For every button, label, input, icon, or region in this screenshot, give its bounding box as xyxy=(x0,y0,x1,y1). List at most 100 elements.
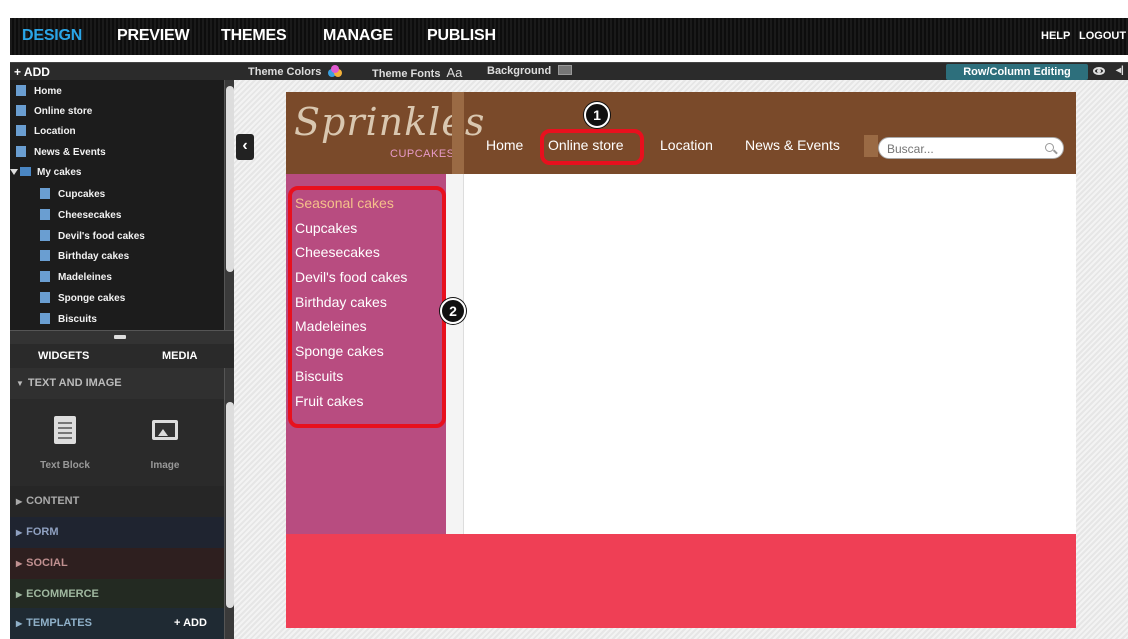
tree-item-home[interactable]: Home xyxy=(16,82,62,102)
tree-item-label: Location xyxy=(34,126,76,137)
section-ecommerce[interactable]: ▶ ECOMMERCE xyxy=(10,579,224,610)
site-nav-news-events[interactable]: News & Events xyxy=(745,137,840,153)
top-bar: DESIGN PREVIEW THEMES MANAGE PUBLISH HEL… xyxy=(0,0,1128,63)
scrollbar-thumb[interactable] xyxy=(226,86,234,272)
tree-item-cheesecakes[interactable]: Cheesecakes xyxy=(40,206,121,226)
header-divider xyxy=(452,92,464,174)
content-area[interactable] xyxy=(464,174,1076,534)
page-icon xyxy=(40,313,50,324)
callout-box-2 xyxy=(288,186,446,428)
tab-widgets[interactable]: WIDGETS xyxy=(38,350,89,362)
triangle-right-icon: ▶ xyxy=(16,590,23,599)
section-templates[interactable]: ▶ TEMPLATES + ADD xyxy=(10,608,224,639)
page-icon xyxy=(16,85,26,96)
triangle-down-icon: ▼ xyxy=(16,379,24,388)
text-block-widget[interactable]: Text Block xyxy=(20,416,110,471)
page-tree-scrollbar[interactable] xyxy=(224,80,234,330)
site-nav-home[interactable]: Home xyxy=(486,137,523,153)
nav-separator xyxy=(864,135,878,157)
section-form[interactable]: ▶ FORM xyxy=(10,517,224,548)
theme-colors-button[interactable]: Theme Colors xyxy=(248,65,343,78)
add-page-button[interactable]: + ADD xyxy=(14,65,50,79)
panel-splitter[interactable] xyxy=(10,330,234,344)
tree-item-devils-food-cakes[interactable]: Devil's food cakes xyxy=(40,227,145,247)
triangle-right-icon: ▶ xyxy=(16,619,23,628)
page-icon xyxy=(40,271,50,282)
nav-preview[interactable]: PREVIEW xyxy=(117,27,190,45)
section-label: TEMPLATES xyxy=(26,617,92,629)
main-nav: DESIGN PREVIEW THEMES MANAGE PUBLISH HEL… xyxy=(10,18,1128,55)
tree-item-label: My cakes xyxy=(37,167,82,178)
section-label: FORM xyxy=(26,526,59,538)
tab-media[interactable]: MEDIA xyxy=(162,350,197,362)
tree-item-location[interactable]: Location xyxy=(16,122,76,142)
theme-fonts-label: Theme Fonts xyxy=(372,68,441,80)
widgets-scrollbar[interactable] xyxy=(224,368,234,639)
color-palette-icon xyxy=(328,65,343,77)
collapse-panel-icon[interactable]: ◂| xyxy=(1116,65,1124,76)
document-icon xyxy=(54,416,76,444)
toolbar: + ADD Theme Colors Theme Fonts Aa Backgr… xyxy=(10,62,1128,80)
tree-item-label: Cupcakes xyxy=(58,189,106,200)
site-footer[interactable] xyxy=(286,534,1076,628)
tree-item-madeleines[interactable]: Madeleines xyxy=(40,268,112,288)
row-column-editing-button[interactable]: Row/Column Editing xyxy=(946,64,1088,80)
page-icon xyxy=(40,250,50,261)
eye-icon[interactable] xyxy=(1093,67,1105,75)
tree-item-sponge-cakes[interactable]: Sponge cakes xyxy=(40,289,125,309)
tree-item-label: Online store xyxy=(34,106,93,117)
tree-item-label: Cheesecakes xyxy=(58,210,122,221)
logo-area[interactable]: Sprinkles CUPCAKES xyxy=(286,92,484,174)
tree-item-biscuits[interactable]: Biscuits xyxy=(40,310,97,330)
collapse-sidebar-button[interactable]: ‹ xyxy=(236,134,254,160)
nav-publish[interactable]: PUBLISH xyxy=(427,27,496,45)
site-logo-subtitle: CUPCAKES xyxy=(390,148,455,160)
widgets-panel: ▼ TEXT AND IMAGE Text Block Image ▶ CONTEN… xyxy=(10,368,224,639)
annotation-badge-1: 1 xyxy=(584,102,610,128)
image-widget[interactable]: Image xyxy=(120,420,210,471)
section-social[interactable]: ▶ SOCIAL xyxy=(10,548,224,579)
nav-manage[interactable]: MANAGE xyxy=(323,27,393,45)
page-icon xyxy=(16,105,26,116)
callout-box-1 xyxy=(540,129,644,165)
site-search[interactable] xyxy=(878,137,1064,159)
tree-item-cupcakes[interactable]: Cupcakes xyxy=(40,185,105,205)
section-content[interactable]: ▶ CONTENT xyxy=(10,486,224,517)
tree-item-label: Devil's food cakes xyxy=(58,231,145,242)
help-link[interactable]: HELP xyxy=(1041,30,1070,42)
tree-item-online-store[interactable]: Online store xyxy=(16,102,92,122)
tree-item-my-cakes[interactable]: My cakes xyxy=(10,163,81,183)
image-icon xyxy=(152,420,178,440)
column-gutter xyxy=(446,174,464,534)
search-icon[interactable] xyxy=(1045,143,1054,152)
background-swatch-icon xyxy=(558,65,573,75)
nav-themes[interactable]: THEMES xyxy=(221,27,287,45)
site-search-input[interactable] xyxy=(887,141,1037,157)
splitter-grip-icon[interactable] xyxy=(114,335,126,339)
nav-design[interactable]: DESIGN xyxy=(22,27,82,45)
templates-add-button[interactable]: + ADD xyxy=(174,608,207,639)
site-nav-location[interactable]: Location xyxy=(660,137,713,153)
tree-item-label: Birthday cakes xyxy=(58,251,130,262)
widget-tabs: WIDGETS MEDIA xyxy=(10,344,234,368)
tree-item-label: Madeleines xyxy=(58,272,112,283)
page-icon xyxy=(16,125,26,136)
sidebar: Home Online store Location News & Events… xyxy=(10,80,234,639)
font-icon: Aa xyxy=(446,65,463,80)
section-text-and-image[interactable]: ▼ TEXT AND IMAGE xyxy=(10,368,224,399)
tree-item-news-events[interactable]: News & Events xyxy=(16,143,106,163)
triangle-right-icon: ▶ xyxy=(16,497,23,506)
scrollbar-thumb[interactable] xyxy=(226,402,234,608)
expand-triangle-icon[interactable] xyxy=(10,169,18,175)
annotation-badge-2: 2 xyxy=(440,298,466,324)
background-button[interactable]: Background xyxy=(487,65,573,77)
tree-item-birthday-cakes[interactable]: Birthday cakes xyxy=(40,247,129,267)
triangle-right-icon: ▶ xyxy=(16,528,23,537)
tree-item-label: Sponge cakes xyxy=(58,293,126,304)
page-tree: Home Online store Location News & Events… xyxy=(10,80,224,330)
site-preview: Sprinkles CUPCAKES Home Online store Loc… xyxy=(286,92,1076,628)
folder-icon xyxy=(20,167,31,176)
logout-link[interactable]: LOGOUT xyxy=(1079,30,1126,42)
section-label: CONTENT xyxy=(26,495,80,507)
theme-fonts-button[interactable]: Theme Fonts Aa xyxy=(372,65,462,80)
